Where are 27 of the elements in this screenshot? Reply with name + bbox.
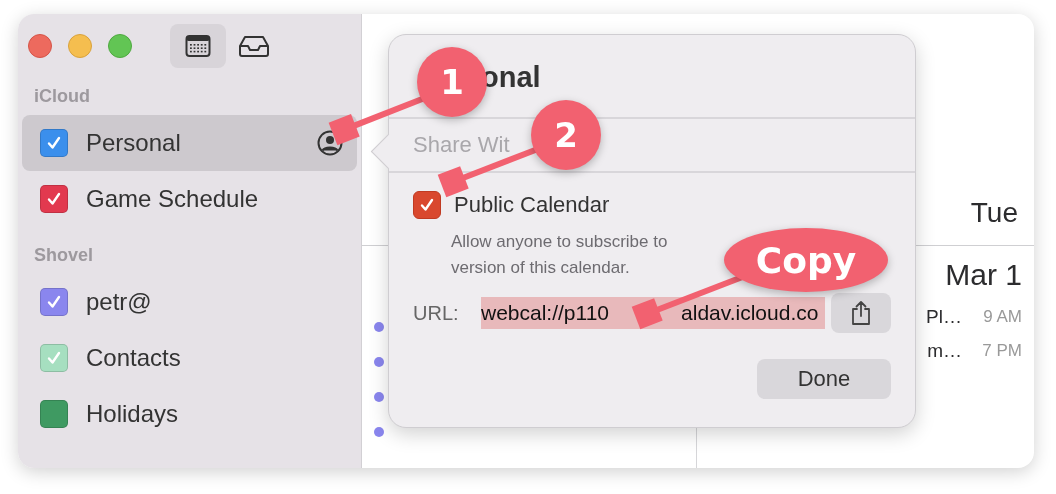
calendar-item[interactable]: Holidays (22, 386, 357, 442)
date-label: Mar 1 (945, 258, 1022, 292)
calendar-item[interactable]: petr@ (22, 274, 357, 330)
url-label: URL: (413, 301, 460, 325)
event-title[interactable]: Pl… (926, 306, 962, 328)
calendar-name: Game Schedule (86, 185, 260, 213)
event-time: 7 PM (981, 341, 1022, 361)
done-button[interactable]: Done (757, 359, 891, 399)
event-title[interactable]: m… (927, 340, 962, 362)
description-text: Allow anyone to subscribe to (451, 231, 668, 253)
calendar-name: Contacts (86, 344, 182, 372)
calendar-name: Holidays (86, 400, 180, 428)
checkbox-label: Public Calendar (454, 192, 610, 218)
url-text: webcal://p110 (481, 301, 610, 325)
day-label: Tue (970, 197, 1018, 229)
url-text: aldav.icloud.co (681, 301, 819, 325)
url-field[interactable]: webcal://p110 aldav.icloud.co (481, 297, 825, 329)
calendar-item[interactable]: Contacts (22, 330, 357, 386)
group-heading: iCloud (33, 85, 91, 108)
calendar-item[interactable]: Game Schedule (22, 171, 357, 227)
event-time: 9 AM (982, 307, 1022, 327)
calendar-item[interactable]: Personal (22, 115, 357, 171)
share-with-field[interactable]: Share Wit (413, 129, 513, 161)
calendar-name: petr@ (86, 288, 153, 316)
calendar-name: Personal (86, 129, 182, 157)
group-heading: Shovel (33, 244, 95, 267)
description-text: version of this calendar. (451, 257, 630, 279)
